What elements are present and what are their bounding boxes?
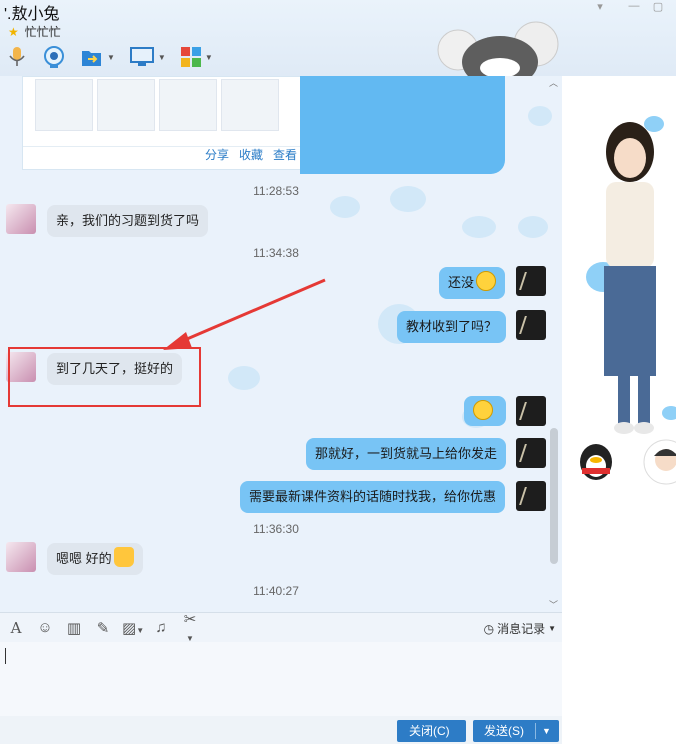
video-call-button[interactable] xyxy=(42,44,66,70)
history-label: 消息记录 xyxy=(497,622,546,636)
screen-share-button[interactable]: ▼ xyxy=(129,44,166,70)
chevron-down-icon[interactable]: ▼ xyxy=(205,53,213,62)
screen-share-icon xyxy=(129,47,154,66)
contact-name: '.敖小兔 xyxy=(4,6,60,23)
title-bar: '.敖小兔 ★ 忙忙忙 ▾ — ▢ ▼ ▼ ▼ xyxy=(0,0,676,76)
footer-bar: 关闭(C) 发送(S) ▼ xyxy=(0,716,562,744)
scroll-down-icon[interactable]: ﹀ xyxy=(549,598,558,611)
apps-button[interactable]: ▼ xyxy=(180,44,213,70)
qq-penguin-icon[interactable] xyxy=(568,438,616,482)
magic-icon[interactable]: ▥ xyxy=(64,619,84,637)
contact-status: ★ 忙忙忙 xyxy=(8,23,61,40)
send-file-button[interactable]: ▼ xyxy=(80,44,115,70)
screenshot-edit-icon[interactable]: ✎ xyxy=(93,619,113,637)
video-icon xyxy=(44,46,64,68)
mic-icon xyxy=(9,47,25,66)
message-history-button[interactable]: ◷ 消息记录 ▼ xyxy=(484,620,556,637)
message-input[interactable] xyxy=(0,642,562,716)
chevron-down-icon[interactable]: ▼ xyxy=(107,53,115,62)
chat-scrollbar[interactable]: ︿ ﹀ xyxy=(548,76,560,612)
annotation-arrow xyxy=(163,278,326,350)
minimize-button[interactable]: ▾ xyxy=(590,0,610,14)
cartoon-girl-image xyxy=(604,122,656,434)
folder-send-icon xyxy=(82,51,101,66)
mascot-decoration xyxy=(437,21,559,76)
top-toolbar: ▼ ▼ ▼ xyxy=(6,44,213,70)
send-label: 发送(S) xyxy=(484,724,524,738)
minimize-window-button[interactable]: — xyxy=(624,0,644,14)
chevron-down-icon: ▼ xyxy=(548,624,556,633)
apps-icon xyxy=(180,47,201,67)
scroll-thumb[interactable] xyxy=(550,428,558,564)
music-icon[interactable]: ♫ xyxy=(151,619,171,636)
star-icon: ★ xyxy=(8,24,19,39)
clock-icon: ◷ xyxy=(483,621,495,636)
friend-avatar-icon[interactable] xyxy=(642,438,676,486)
mic-button[interactable] xyxy=(6,44,28,70)
input-toolbar: A ☺ ▥ ✎ ▨▼ ♫ ✂▼ ◷ 消息记录 ▼ xyxy=(0,610,562,645)
image-icon[interactable]: ▨▼ xyxy=(122,619,144,637)
maximize-button[interactable]: ▢ xyxy=(648,0,668,14)
chevron-down-icon[interactable]: ▼ xyxy=(542,720,551,742)
font-icon[interactable]: A xyxy=(6,619,26,637)
status-text: 忙忙忙 xyxy=(24,25,61,39)
close-button[interactable]: 关闭(C) xyxy=(397,720,466,742)
scissors-icon[interactable]: ✂▼ xyxy=(180,610,200,645)
scroll-up-icon[interactable]: ︿ xyxy=(549,76,558,89)
chevron-down-icon[interactable]: ▼ xyxy=(158,53,166,62)
send-button[interactable]: 发送(S) ▼ xyxy=(473,720,559,742)
emoji-icon[interactable]: ☺ xyxy=(35,619,55,636)
text-cursor xyxy=(5,648,6,664)
chat-history[interactable]: 分享 收藏 查看 11:28:53 亲，我们的习题到货了吗 11:34:38 还… xyxy=(0,76,562,612)
avatar-show-panel xyxy=(562,76,676,744)
